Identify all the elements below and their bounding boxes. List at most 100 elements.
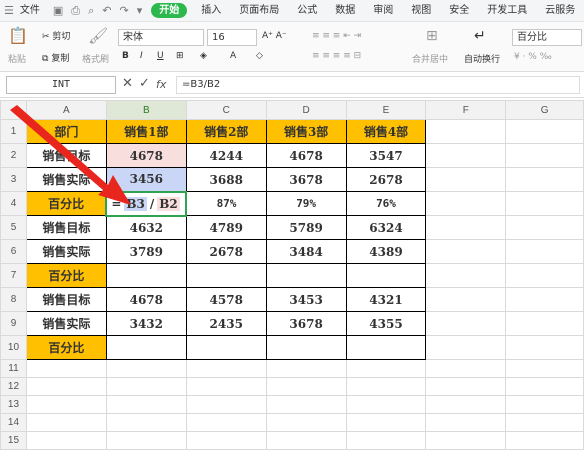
- currency-icons[interactable]: ¥ · % ‰: [514, 52, 552, 62]
- cell-C6[interactable]: 2678: [185, 239, 267, 264]
- fill-color-icon[interactable]: ◈: [200, 51, 207, 61]
- cell-E5[interactable]: 6324: [345, 215, 427, 240]
- cell-G10[interactable]: [505, 335, 584, 360]
- redo-icon[interactable]: ↷: [115, 4, 132, 17]
- tab-view[interactable]: 视图: [402, 0, 440, 22]
- format-painter-button[interactable]: 格式刷: [82, 52, 109, 65]
- dropdown-icon[interactable]: ▾: [133, 4, 147, 17]
- select-all-corner[interactable]: [0, 100, 27, 120]
- cell-C11[interactable]: [185, 359, 267, 378]
- cell-A8[interactable]: 销售目标: [25, 287, 107, 312]
- cell-C13[interactable]: [185, 395, 267, 414]
- cell-F15[interactable]: [425, 431, 507, 450]
- cell-F2[interactable]: [425, 143, 507, 168]
- cell-A14[interactable]: [25, 413, 107, 432]
- cell-E6[interactable]: 4389: [345, 239, 427, 264]
- cell-E4[interactable]: 76%: [345, 191, 427, 216]
- merge-center-button[interactable]: 合并居中: [412, 52, 448, 65]
- cell-A6[interactable]: 销售实际: [25, 239, 107, 264]
- cell-F14[interactable]: [425, 413, 507, 432]
- name-box[interactable]: INT: [6, 76, 116, 94]
- merge-icon[interactable]: ⊞: [426, 28, 438, 44]
- cell-B4[interactable]: = B3/B2: [105, 190, 188, 217]
- cell-D2[interactable]: 4678: [265, 143, 347, 168]
- cell-E12[interactable]: [345, 377, 427, 396]
- cell-D6[interactable]: 3484: [265, 239, 347, 264]
- cell-F4[interactable]: [425, 191, 507, 216]
- cell-F7[interactable]: [425, 263, 507, 288]
- bold-icon[interactable]: B: [122, 51, 129, 61]
- cut-button[interactable]: ✂ 剪切: [42, 29, 70, 42]
- cell-D5[interactable]: 5789: [265, 215, 347, 240]
- clear-icon[interactable]: ◇: [256, 51, 263, 61]
- cell-A13[interactable]: [25, 395, 107, 414]
- cell-B8[interactable]: 4678: [105, 287, 187, 312]
- cell-B5[interactable]: 4632: [105, 215, 187, 240]
- cell-E10[interactable]: [345, 335, 427, 360]
- cell-D14[interactable]: [265, 413, 347, 432]
- row-header-4[interactable]: 4: [0, 191, 27, 216]
- cell-F8[interactable]: [425, 287, 507, 312]
- formula-input[interactable]: =B3/B2: [176, 76, 580, 94]
- grow-font-icon[interactable]: A⁺ A⁻: [262, 31, 287, 41]
- cell-C4[interactable]: 87%: [185, 191, 267, 216]
- column-header-a[interactable]: A: [25, 100, 107, 120]
- cell-C3[interactable]: 3688: [185, 167, 267, 192]
- row-header-13[interactable]: 13: [0, 395, 27, 414]
- wrap-text-button[interactable]: 自动换行: [464, 52, 500, 65]
- cell-G6[interactable]: [505, 239, 584, 264]
- font-color-icon[interactable]: A: [230, 51, 236, 61]
- tab-security[interactable]: 安全: [440, 0, 478, 22]
- tab-formula[interactable]: 公式: [288, 0, 326, 22]
- cell-A9[interactable]: 销售实际: [25, 311, 107, 336]
- cell-C15[interactable]: [185, 431, 267, 450]
- cell-C9[interactable]: 2435: [185, 311, 267, 336]
- tab-data[interactable]: 数据: [326, 0, 364, 22]
- cell-G13[interactable]: [505, 395, 584, 414]
- cell-D3[interactable]: 3678: [265, 167, 347, 192]
- cell-D12[interactable]: [265, 377, 347, 396]
- cell-B7[interactable]: [105, 263, 187, 288]
- cell-D13[interactable]: [265, 395, 347, 414]
- cell-E14[interactable]: [345, 413, 427, 432]
- cell-G5[interactable]: [505, 215, 584, 240]
- cell-G9[interactable]: [505, 311, 584, 336]
- cell-B15[interactable]: [105, 431, 187, 450]
- column-header-d[interactable]: D: [265, 100, 347, 120]
- format-painter-icon[interactable]: 🖌: [88, 26, 108, 45]
- cell-G8[interactable]: [505, 287, 584, 312]
- cell-A4[interactable]: 百分比: [25, 191, 107, 216]
- cell-F11[interactable]: [425, 359, 507, 378]
- cell-F5[interactable]: [425, 215, 507, 240]
- menu-icon[interactable]: ☰: [0, 4, 18, 17]
- cell-E3[interactable]: 2678: [345, 167, 427, 192]
- row-header-15[interactable]: 15: [0, 431, 27, 450]
- cell-A7[interactable]: 百分比: [25, 263, 107, 288]
- cell-C8[interactable]: 4578: [185, 287, 267, 312]
- cell-D8[interactable]: 3453: [265, 287, 347, 312]
- row-header-14[interactable]: 14: [0, 413, 27, 432]
- align-top-icons[interactable]: ≡ ≡ ≡ ⇤ ⇥: [312, 31, 361, 41]
- paste-icon[interactable]: 📋: [8, 26, 28, 45]
- cell-F6[interactable]: [425, 239, 507, 264]
- tab-review[interactable]: 审阅: [364, 0, 402, 22]
- row-header-2[interactable]: 2: [0, 143, 27, 168]
- cell-F12[interactable]: [425, 377, 507, 396]
- wrap-icon[interactable]: ↵: [474, 28, 486, 44]
- cell-G7[interactable]: [505, 263, 584, 288]
- font-size-select[interactable]: 16: [207, 29, 257, 46]
- cell-E15[interactable]: [345, 431, 427, 450]
- cell-E13[interactable]: [345, 395, 427, 414]
- cell-B10[interactable]: [105, 335, 187, 360]
- cell-A2[interactable]: 销售目标: [25, 143, 107, 168]
- cell-A1[interactable]: 部门: [25, 119, 107, 144]
- cell-C14[interactable]: [185, 413, 267, 432]
- row-header-8[interactable]: 8: [0, 287, 27, 312]
- cell-B9[interactable]: 3432: [105, 311, 187, 336]
- underline-icon[interactable]: U: [157, 51, 164, 61]
- tab-insert[interactable]: 插入: [192, 0, 230, 22]
- cell-B11[interactable]: [105, 359, 187, 378]
- column-header-b[interactable]: B: [105, 100, 187, 120]
- preview-icon[interactable]: ⌕: [84, 4, 98, 18]
- italic-icon[interactable]: I: [140, 51, 143, 61]
